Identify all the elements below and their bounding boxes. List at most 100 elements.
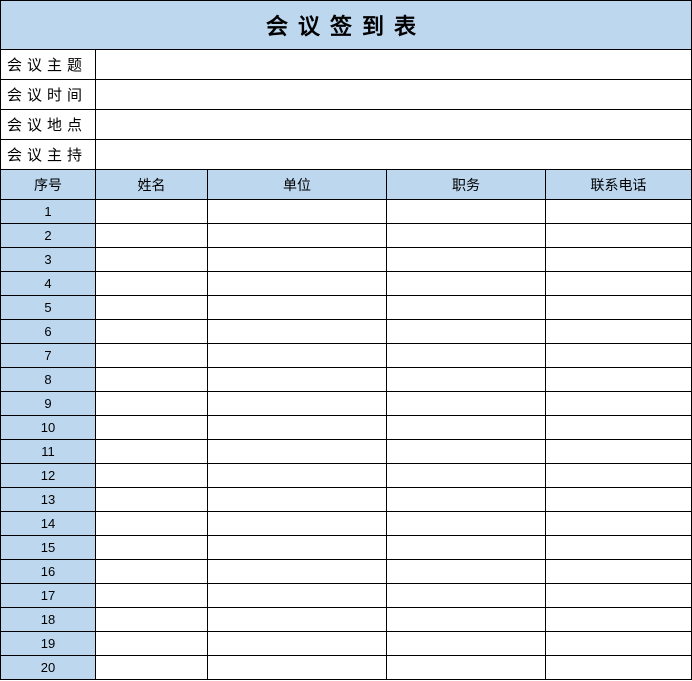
unit-cell[interactable]: [207, 199, 387, 224]
name-cell[interactable]: [95, 439, 208, 464]
position-cell[interactable]: [386, 295, 546, 320]
position-cell[interactable]: [386, 487, 546, 512]
position-cell[interactable]: [386, 415, 546, 440]
phone-cell[interactable]: [545, 223, 692, 248]
name-cell[interactable]: [95, 199, 208, 224]
unit-cell[interactable]: [207, 367, 387, 392]
info-value-time[interactable]: [95, 79, 692, 110]
row-number: 19: [0, 631, 96, 656]
unit-cell[interactable]: [207, 631, 387, 656]
position-cell[interactable]: [386, 655, 546, 680]
unit-cell[interactable]: [207, 559, 387, 584]
table-row: 13: [0, 487, 692, 512]
sheet-title: 会议签到表: [0, 0, 692, 50]
unit-cell[interactable]: [207, 511, 387, 536]
unit-cell[interactable]: [207, 319, 387, 344]
position-cell[interactable]: [386, 583, 546, 608]
position-cell[interactable]: [386, 463, 546, 488]
unit-cell[interactable]: [207, 415, 387, 440]
position-cell[interactable]: [386, 319, 546, 344]
info-value-topic[interactable]: [95, 49, 692, 80]
phone-cell[interactable]: [545, 247, 692, 272]
info-value-host[interactable]: [95, 139, 692, 170]
position-cell[interactable]: [386, 199, 546, 224]
unit-cell[interactable]: [207, 463, 387, 488]
name-cell[interactable]: [95, 223, 208, 248]
phone-cell[interactable]: [545, 631, 692, 656]
unit-cell[interactable]: [207, 271, 387, 296]
position-cell[interactable]: [386, 367, 546, 392]
unit-cell[interactable]: [207, 655, 387, 680]
table-row: 10: [0, 415, 692, 440]
position-cell[interactable]: [386, 511, 546, 536]
position-cell[interactable]: [386, 271, 546, 296]
name-cell[interactable]: [95, 391, 208, 416]
phone-cell[interactable]: [545, 343, 692, 368]
position-cell[interactable]: [386, 607, 546, 632]
phone-cell[interactable]: [545, 655, 692, 680]
info-value-location[interactable]: [95, 109, 692, 140]
name-cell[interactable]: [95, 319, 208, 344]
table-row: 1: [0, 199, 692, 224]
position-cell[interactable]: [386, 223, 546, 248]
position-cell[interactable]: [386, 535, 546, 560]
unit-cell[interactable]: [207, 535, 387, 560]
header-row: 序号 姓名 单位 职务 联系电话: [0, 169, 692, 200]
name-cell[interactable]: [95, 583, 208, 608]
phone-cell[interactable]: [545, 391, 692, 416]
table-row: 5: [0, 295, 692, 320]
position-cell[interactable]: [386, 391, 546, 416]
unit-cell[interactable]: [207, 295, 387, 320]
position-cell[interactable]: [386, 631, 546, 656]
unit-cell[interactable]: [207, 247, 387, 272]
name-cell[interactable]: [95, 535, 208, 560]
name-cell[interactable]: [95, 511, 208, 536]
unit-cell[interactable]: [207, 439, 387, 464]
position-cell[interactable]: [386, 247, 546, 272]
name-cell[interactable]: [95, 295, 208, 320]
name-cell[interactable]: [95, 271, 208, 296]
phone-cell[interactable]: [545, 439, 692, 464]
phone-cell[interactable]: [545, 487, 692, 512]
phone-cell[interactable]: [545, 367, 692, 392]
unit-cell[interactable]: [207, 223, 387, 248]
position-cell[interactable]: [386, 559, 546, 584]
name-cell[interactable]: [95, 415, 208, 440]
phone-cell[interactable]: [545, 607, 692, 632]
phone-cell[interactable]: [545, 319, 692, 344]
phone-cell[interactable]: [545, 559, 692, 584]
name-cell[interactable]: [95, 607, 208, 632]
row-number: 18: [0, 607, 96, 632]
position-cell[interactable]: [386, 343, 546, 368]
table-row: 15: [0, 535, 692, 560]
table-row: 14: [0, 511, 692, 536]
name-cell[interactable]: [95, 559, 208, 584]
name-cell[interactable]: [95, 631, 208, 656]
name-cell[interactable]: [95, 487, 208, 512]
unit-cell[interactable]: [207, 583, 387, 608]
phone-cell[interactable]: [545, 199, 692, 224]
table-row: 8: [0, 367, 692, 392]
unit-cell[interactable]: [207, 391, 387, 416]
phone-cell[interactable]: [545, 511, 692, 536]
phone-cell[interactable]: [545, 583, 692, 608]
unit-cell[interactable]: [207, 343, 387, 368]
unit-cell[interactable]: [207, 607, 387, 632]
name-cell[interactable]: [95, 463, 208, 488]
table-row: 11: [0, 439, 692, 464]
phone-cell[interactable]: [545, 415, 692, 440]
unit-cell[interactable]: [207, 487, 387, 512]
name-cell[interactable]: [95, 367, 208, 392]
phone-cell[interactable]: [545, 463, 692, 488]
row-number: 4: [0, 271, 96, 296]
phone-cell[interactable]: [545, 295, 692, 320]
name-cell[interactable]: [95, 655, 208, 680]
name-cell[interactable]: [95, 343, 208, 368]
name-cell[interactable]: [95, 247, 208, 272]
info-label-topic: 会议主题: [0, 49, 96, 80]
table-row: 9: [0, 391, 692, 416]
phone-cell[interactable]: [545, 535, 692, 560]
row-number: 14: [0, 511, 96, 536]
position-cell[interactable]: [386, 439, 546, 464]
phone-cell[interactable]: [545, 271, 692, 296]
